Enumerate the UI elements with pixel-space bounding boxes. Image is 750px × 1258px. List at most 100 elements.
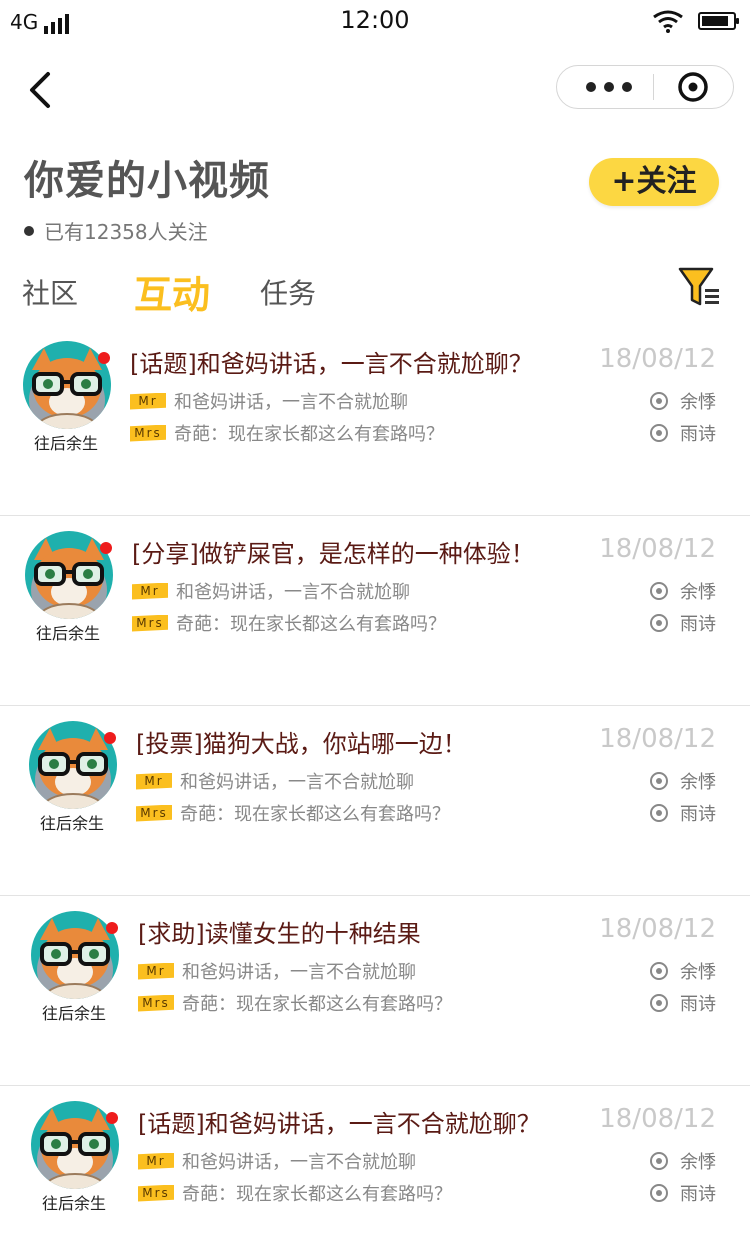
- tab-interaction[interactable]: 互动: [134, 264, 210, 319]
- reply-text: 和爸妈讲话，一言不合就尬聊: [182, 962, 416, 983]
- avatar[interactable]: [22, 340, 112, 430]
- user-name: 雨诗: [680, 994, 716, 1015]
- post-title[interactable]: [话题]和爸妈讲话，一言不合就尬聊？: [138, 1104, 541, 1139]
- radio-icon: [650, 994, 668, 1012]
- radio-icon: [650, 424, 668, 442]
- reply-text: 奇葩：现在家长都这么有套路吗？: [182, 994, 452, 1015]
- reply-line-1: Mr 和爸妈讲话，一言不合就尬聊: [132, 578, 410, 604]
- reply-line-2: Mrs 奇葩：现在家长都这么有套路吗？: [138, 990, 452, 1016]
- user-line-2[interactable]: 雨诗: [650, 420, 716, 446]
- status-right: [652, 9, 739, 33]
- page: 4G 12:00 你爱的小视频 +关注 已有12358人关注 社区 互动 任务 …: [0, 0, 750, 1258]
- reply-text: 和爸妈讲话，一言不合就尬聊: [182, 1152, 416, 1173]
- red-dot-icon: [98, 352, 110, 364]
- mini-program-capsule: [556, 65, 734, 109]
- avatar-name: 往后余生: [33, 434, 98, 453]
- user-line-1[interactable]: 余悸: [650, 388, 716, 414]
- radio-icon: [650, 1184, 668, 1202]
- post-row[interactable]: 往后余生 [分享]做铲屎官，是怎样的一种体验！ 18/08/12 Mr 和爸妈讲…: [0, 516, 750, 706]
- reply-line-1: Mr 和爸妈讲话，一言不合就尬聊: [136, 768, 414, 794]
- user-name: 余悸: [680, 392, 716, 413]
- reply-line-1: Mr 和爸妈讲话，一言不合就尬聊: [138, 1148, 416, 1174]
- radio-icon: [650, 804, 668, 822]
- post-row[interactable]: 往后余生 [投票]猫狗大战，你站哪一边！ 18/08/12 Mr 和爸妈讲话，一…: [0, 706, 750, 896]
- reply-line-2: Mrs 奇葩：现在家长都这么有套路吗？: [138, 1180, 452, 1206]
- back-chevron-icon[interactable]: [22, 68, 62, 112]
- reply-text: 奇葩：现在家长都这么有套路吗？: [176, 614, 446, 635]
- user-name: 雨诗: [680, 1184, 716, 1205]
- avatar[interactable]: [28, 720, 118, 810]
- battery-icon: [698, 12, 739, 30]
- reply-line-2: Mrs 奇葩：现在家长都这么有套路吗？: [136, 800, 450, 826]
- reply-text: 和爸妈讲话，一言不合就尬聊: [176, 582, 410, 603]
- filter-icon[interactable]: [678, 266, 722, 308]
- reply-text: 奇葩：现在家长都这么有套路吗？: [180, 804, 450, 825]
- post-date: 18/08/12: [599, 914, 716, 944]
- post-title[interactable]: [求助]读懂女生的十种结果: [138, 914, 421, 949]
- tab-bar: 社区 互动 任务: [22, 262, 722, 318]
- radio-icon: [650, 614, 668, 632]
- wifi-icon: [653, 10, 683, 33]
- avatar-name: 往后余生: [39, 814, 104, 833]
- user-line-1[interactable]: 余悸: [650, 768, 716, 794]
- reply-tag: Mrs: [130, 424, 166, 442]
- post-date: 18/08/12: [599, 344, 716, 374]
- red-dot-icon: [104, 732, 116, 744]
- user-name: 余悸: [680, 1152, 716, 1173]
- tab-tasks[interactable]: 任务: [260, 272, 316, 312]
- avatar-name: 往后余生: [41, 1004, 106, 1023]
- reply-tag: Mrs: [138, 994, 174, 1012]
- post-row[interactable]: 往后余生 [话题]和爸妈讲话，一言不合就尬聊？ 18/08/12 Mr 和爸妈讲…: [0, 1086, 750, 1258]
- tab-community[interactable]: 社区: [22, 272, 78, 312]
- post-row[interactable]: 往后余生 [求助]读懂女生的十种结果 18/08/12 Mr 和爸妈讲话，一言不…: [0, 896, 750, 1086]
- reply-tag: Mr: [132, 582, 168, 600]
- page-title: 你爱的小视频: [24, 158, 270, 204]
- radio-icon: [650, 582, 668, 600]
- target-icon[interactable]: [677, 71, 709, 103]
- followers-info: 已有12358人关注: [24, 216, 208, 245]
- reply-tag: Mr: [138, 962, 174, 980]
- user-name: 余悸: [680, 772, 716, 793]
- user-line-1[interactable]: 余悸: [650, 1148, 716, 1174]
- radio-icon: [650, 1152, 668, 1170]
- radio-icon: [650, 962, 668, 980]
- avatar[interactable]: [30, 1100, 120, 1190]
- reply-tag: Mrs: [136, 804, 172, 822]
- post-date: 18/08/12: [599, 1104, 716, 1134]
- user-line-2[interactable]: 雨诗: [650, 800, 716, 826]
- post-title[interactable]: [分享]做铲屎官，是怎样的一种体验！: [132, 534, 535, 569]
- user-name: 雨诗: [680, 424, 716, 445]
- follow-button[interactable]: +关注: [589, 158, 719, 206]
- reply-text: 和爸妈讲话，一言不合就尬聊: [174, 392, 408, 413]
- user-line-1[interactable]: 余悸: [650, 578, 716, 604]
- reply-line-2: Mrs 奇葩：现在家长都这么有套路吗？: [132, 610, 446, 636]
- user-line-2[interactable]: 雨诗: [650, 610, 716, 636]
- avatar-name: 往后余生: [35, 624, 100, 643]
- reply-line-2: Mrs 奇葩：现在家长都这么有套路吗？: [130, 420, 444, 446]
- avatar[interactable]: [30, 910, 120, 1000]
- user-line-2[interactable]: 雨诗: [650, 1180, 716, 1206]
- post-date: 18/08/12: [599, 534, 716, 564]
- user-name: 余悸: [680, 582, 716, 603]
- user-name: 余悸: [680, 962, 716, 983]
- user-name: 雨诗: [680, 614, 716, 635]
- post-date: 18/08/12: [599, 724, 716, 754]
- red-dot-icon: [106, 922, 118, 934]
- post-row[interactable]: 往后余生 [话题]和爸妈讲话，一言不合就尬聊？ 18/08/12 Mr 和爸妈讲…: [0, 326, 750, 516]
- post-title[interactable]: [投票]猫狗大战，你站哪一边！: [136, 724, 467, 759]
- reply-text: 奇葩：现在家长都这么有套路吗？: [182, 1184, 452, 1205]
- red-dot-icon: [100, 542, 112, 554]
- user-line-1[interactable]: 余悸: [650, 958, 716, 984]
- reply-tag: Mr: [136, 772, 172, 790]
- reply-tag: Mr: [130, 392, 166, 410]
- more-dots-icon[interactable]: [579, 66, 639, 108]
- user-name: 雨诗: [680, 804, 716, 825]
- status-bar: 4G 12:00: [0, 0, 750, 44]
- user-line-2[interactable]: 雨诗: [650, 990, 716, 1016]
- followers-count: 已有12358人关注: [44, 220, 208, 244]
- reply-line-1: Mr 和爸妈讲话，一言不合就尬聊: [130, 388, 408, 414]
- post-title[interactable]: [话题]和爸妈讲话，一言不合就尬聊？: [130, 344, 533, 379]
- avatar[interactable]: [24, 530, 114, 620]
- reply-text: 奇葩：现在家长都这么有套路吗？: [174, 424, 444, 445]
- post-list: 往后余生 [话题]和爸妈讲话，一言不合就尬聊？ 18/08/12 Mr 和爸妈讲…: [0, 326, 750, 1258]
